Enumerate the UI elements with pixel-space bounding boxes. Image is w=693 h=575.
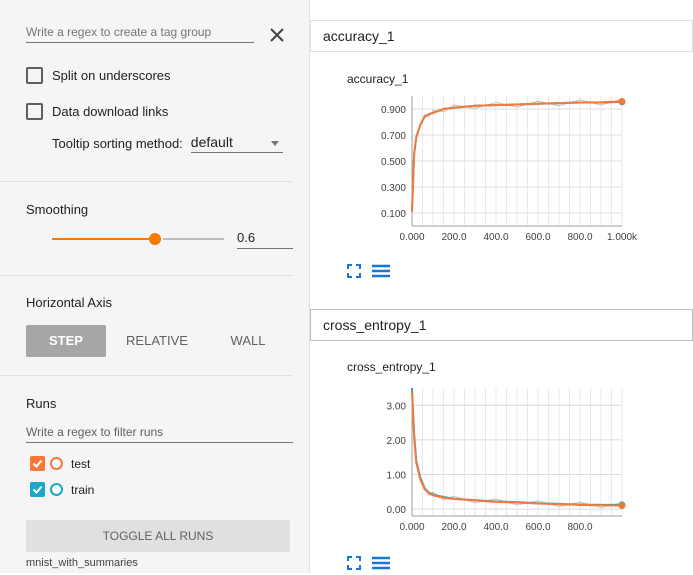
divider bbox=[0, 275, 293, 276]
chart-title-accuracy: accuracy_1 bbox=[347, 72, 409, 86]
y-tick-label: 0.00 bbox=[387, 505, 407, 516]
card-header-cross-entropy[interactable]: cross_entropy_1 bbox=[310, 309, 693, 341]
x-tick-label: 600.0 bbox=[525, 232, 550, 243]
slider-thumb[interactable] bbox=[149, 233, 161, 245]
x-tick-label: 600.0 bbox=[525, 522, 550, 533]
data-download-checkbox[interactable] bbox=[26, 103, 43, 120]
split-underscores-label: Split on underscores bbox=[52, 68, 171, 83]
toggle-all-runs-button[interactable]: TOGGLE ALL RUNS bbox=[26, 520, 290, 552]
horizontal-axis-title: Horizontal Axis bbox=[26, 295, 112, 310]
data-download-option[interactable]: Data download links bbox=[26, 103, 168, 120]
run-test-checkbox[interactable] bbox=[30, 456, 45, 471]
x-tick-label: 200.0 bbox=[441, 522, 466, 533]
chart-toolbar-cross-entropy bbox=[347, 556, 401, 575]
y-tick-label: 1.00 bbox=[387, 470, 407, 481]
smoothing-value-input[interactable]: 0.6 bbox=[237, 230, 293, 249]
x-tick-label: 400.0 bbox=[483, 522, 508, 533]
accuracy-chart[interactable]: 0.100 0.300 0.500 0.700 0.900 0.000 200.0 400.0… bbox=[360, 88, 680, 258]
series-endpoint-test bbox=[618, 97, 626, 105]
x-tick-label: 400.0 bbox=[483, 232, 508, 243]
y-tick-label: 0.100 bbox=[381, 209, 406, 220]
y-tick-label: 0.700 bbox=[381, 131, 406, 142]
fit-domain-icon[interactable] bbox=[347, 556, 361, 575]
axis-step-button[interactable]: STEP bbox=[26, 325, 106, 357]
chevron-down-icon bbox=[270, 141, 279, 146]
sidebar: Split on underscores Data download links… bbox=[0, 0, 310, 573]
run-train-color-circle bbox=[50, 483, 63, 496]
tooltip-sorting-value: default bbox=[190, 134, 233, 150]
data-download-label: Data download links bbox=[52, 104, 169, 119]
smoothing-slider[interactable] bbox=[52, 229, 224, 249]
x-tick-label: 1.000k bbox=[607, 232, 638, 243]
tooltip-sorting-row: Tooltip sorting method: default bbox=[52, 134, 283, 153]
y-tick-label: 2.00 bbox=[387, 436, 407, 447]
fit-domain-icon[interactable] bbox=[347, 264, 361, 283]
horizontal-axis-selector: STEP RELATIVE WALL bbox=[26, 325, 288, 357]
checkmark-icon bbox=[32, 459, 43, 468]
slider-track bbox=[163, 238, 224, 240]
split-underscores-checkbox[interactable] bbox=[26, 67, 43, 84]
y-tick-label: 0.500 bbox=[381, 157, 406, 168]
run-test-label: test bbox=[71, 456, 91, 471]
run-footer: mnist_with_summaries bbox=[26, 557, 138, 569]
smoothing-title: Smoothing bbox=[26, 202, 89, 217]
checkmark-icon bbox=[32, 485, 43, 494]
tag-regex-row bbox=[26, 22, 256, 43]
tag-regex-input[interactable] bbox=[26, 22, 254, 43]
axis-wall-button[interactable]: WALL bbox=[208, 325, 288, 357]
slider-track-fill bbox=[52, 238, 155, 240]
tooltip-sorting-label: Tooltip sorting method: bbox=[52, 136, 183, 151]
cross-entropy-chart[interactable]: 0.00 1.00 2.00 3.00 0.000 200.0 400.0 600.0 800.… bbox=[360, 380, 680, 550]
y-tick-label: 3.00 bbox=[387, 401, 407, 412]
run-item-test[interactable]: test bbox=[30, 456, 90, 471]
x-tick-label: 0.000 bbox=[399, 232, 424, 243]
chart-title-cross-entropy: cross_entropy_1 bbox=[347, 360, 436, 374]
run-test-color-circle bbox=[50, 457, 63, 470]
x-tick-label: 800.0 bbox=[567, 232, 592, 243]
tooltip-sorting-select[interactable]: default bbox=[190, 134, 283, 153]
run-train-label: train bbox=[71, 482, 95, 497]
axis-relative-button[interactable]: RELATIVE bbox=[106, 325, 208, 357]
close-icon[interactable] bbox=[268, 26, 286, 44]
split-underscores-option[interactable]: Split on underscores bbox=[26, 67, 171, 84]
runs-title: Runs bbox=[26, 396, 57, 411]
x-tick-label: 200.0 bbox=[441, 232, 466, 243]
runs-filter-input[interactable]: Write a regex to filter runs bbox=[26, 425, 293, 443]
main-panel: accuracy_1 accuracy_1 0.100 0.300 0.500 0.7… bbox=[310, 0, 693, 573]
chart-toolbar-accuracy bbox=[347, 264, 401, 283]
run-item-train[interactable]: train bbox=[30, 482, 94, 497]
series-endpoint-test bbox=[618, 502, 626, 510]
toggle-log-icon[interactable] bbox=[371, 556, 391, 575]
y-tick-label: 0.900 bbox=[381, 105, 406, 116]
divider bbox=[0, 181, 293, 182]
y-tick-label: 0.300 bbox=[381, 183, 406, 194]
run-train-checkbox[interactable] bbox=[30, 482, 45, 497]
divider bbox=[0, 375, 293, 376]
toggle-log-icon[interactable] bbox=[371, 264, 391, 283]
x-tick-label: 800.0 bbox=[567, 522, 592, 533]
x-tick-label: 0.000 bbox=[399, 522, 424, 533]
card-header-accuracy[interactable]: accuracy_1 bbox=[310, 20, 693, 52]
